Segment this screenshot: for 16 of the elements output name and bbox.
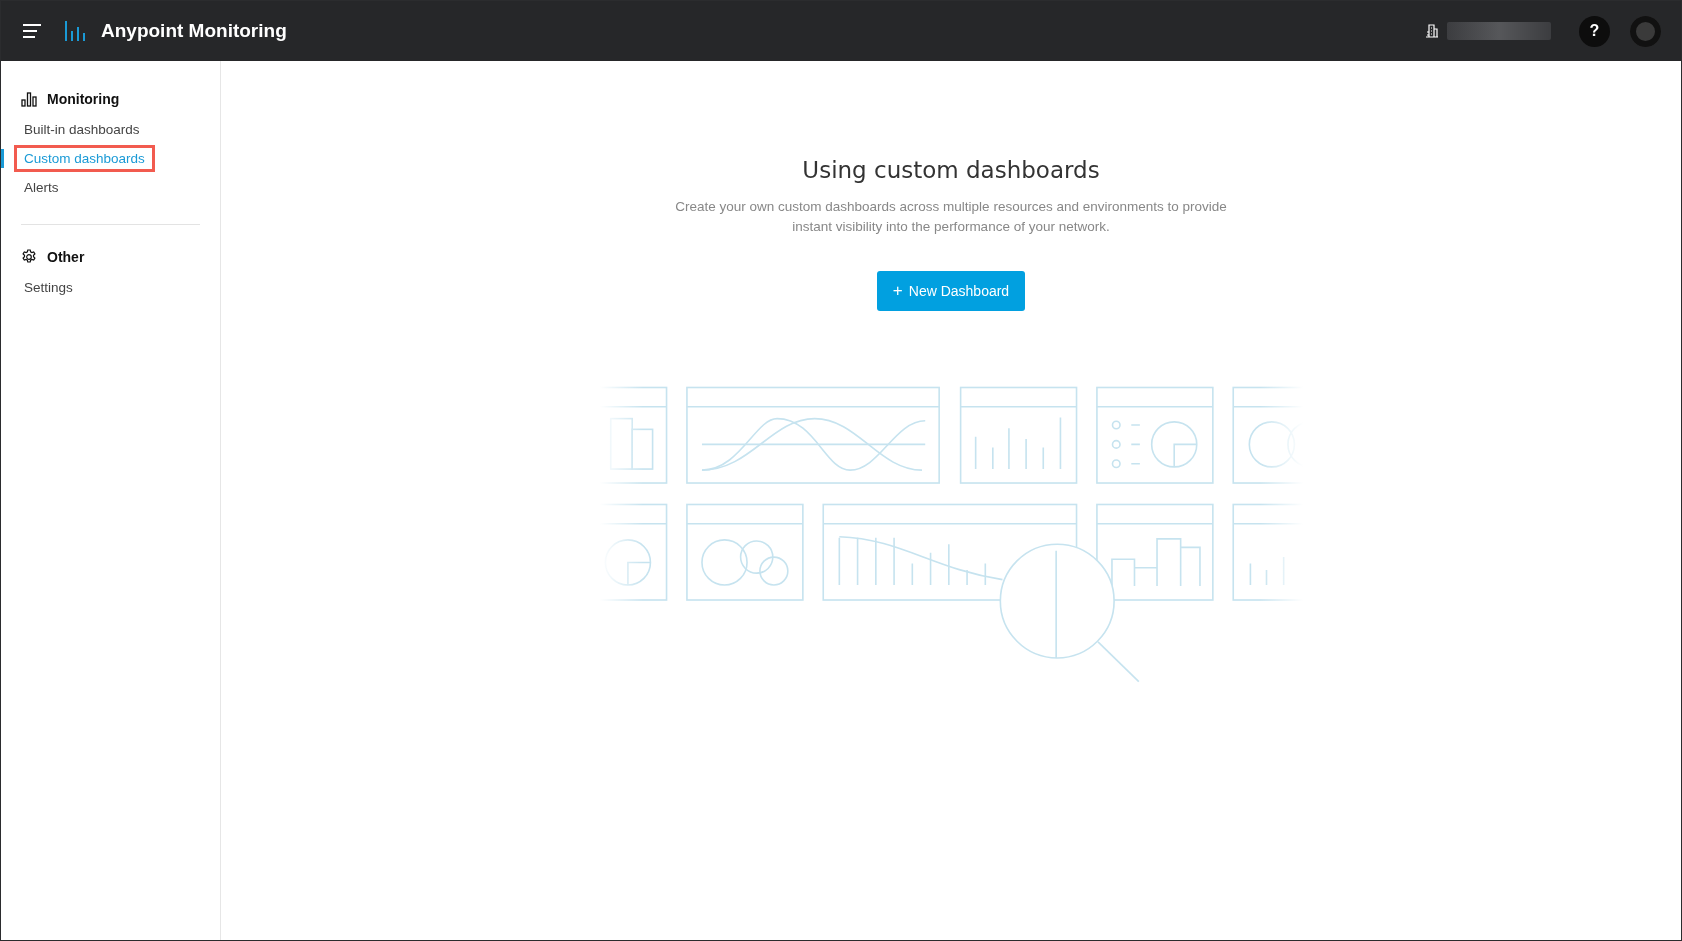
section-heading: Monitoring xyxy=(47,91,120,107)
redacted-organization-name[interactable] xyxy=(1447,22,1551,40)
sidebar-link[interactable]: Built-in dashboards xyxy=(14,116,150,143)
section-heading: Other xyxy=(47,249,85,265)
bar-chart-icon xyxy=(21,91,37,107)
help-button[interactable]: ? xyxy=(1579,15,1610,47)
app-title: Anypoint Monitoring xyxy=(101,20,287,42)
empty-state-title: Using custom dashboards xyxy=(802,157,1100,183)
empty-state-description: Create your own custom dashboards across multiple resources and environments to provide instant visibility into the performance of your network. xyxy=(674,198,1228,236)
user-avatar[interactable] xyxy=(1630,15,1661,47)
sidebar-link[interactable]: Alerts xyxy=(14,174,69,201)
settings-icon xyxy=(21,249,37,265)
menu-icon[interactable] xyxy=(23,24,41,38)
sidebar-link[interactable]: Settings xyxy=(14,274,83,301)
bar-chart-logo-icon xyxy=(65,21,85,41)
building-icon xyxy=(1425,24,1439,38)
